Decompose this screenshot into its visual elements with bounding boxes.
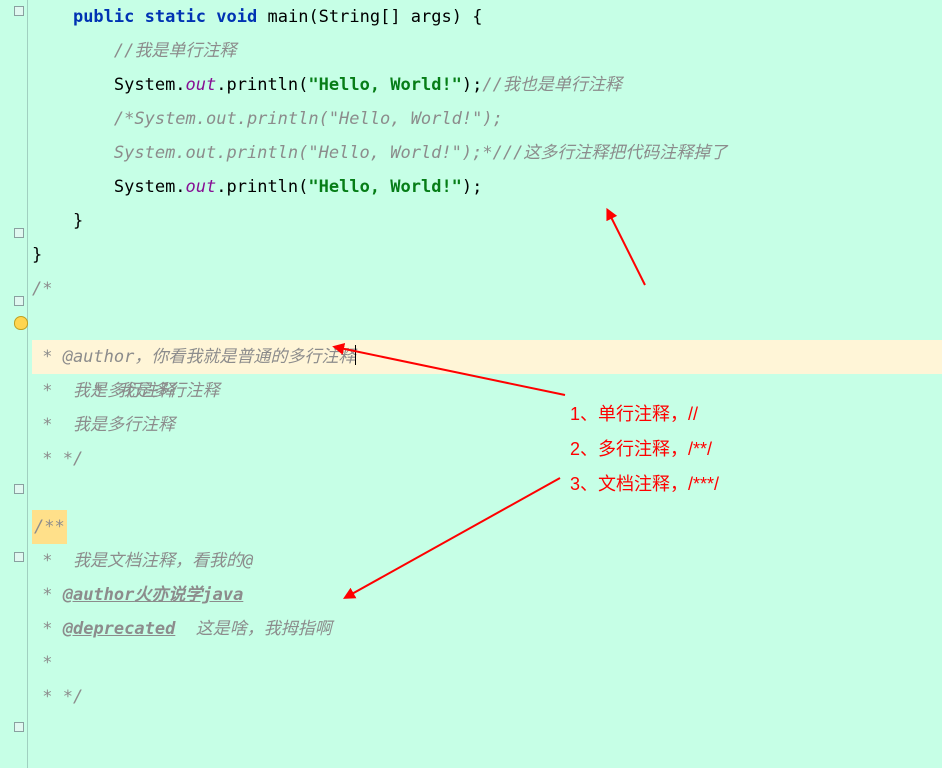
code-line[interactable]: /* (32, 272, 942, 306)
indent (32, 143, 114, 163)
block-comment-close: * */ (32, 449, 83, 469)
code-line[interactable]: * */ (32, 680, 942, 714)
block-comment: * 我是多行注释 (32, 381, 175, 401)
fold-marker[interactable] (14, 6, 24, 16)
doc-tag-value: 火亦说学java (134, 585, 243, 605)
keyword-static: static (145, 7, 206, 27)
doc-comment: * (32, 619, 63, 639)
method-name: main (257, 7, 308, 27)
annotation-text-1: 1、单行注释，// (570, 400, 698, 426)
code-line[interactable]: * (32, 646, 942, 680)
punct: ); (462, 75, 482, 95)
doc-comment-open: /** (32, 510, 67, 544)
code-line[interactable]: * 我是多行注释 (32, 374, 942, 408)
doc-comment: * (32, 585, 63, 605)
line-comment: //我也是单行注释 (482, 75, 621, 95)
annotation-text-3: 3、文档注释，/***/ (570, 470, 719, 496)
block-comment: System.out.println("Hello, World!");*/ (114, 143, 503, 163)
indent (32, 7, 73, 27)
keyword-public: public (73, 7, 134, 27)
keyword-void: void (216, 7, 257, 27)
class-ref: System. (114, 75, 186, 95)
code-area[interactable]: public static void main(String[] args) {… (28, 0, 942, 768)
lightbulb-icon[interactable] (14, 316, 28, 330)
indent (32, 75, 114, 95)
block-comment: /*System.out.println("Hello, World!"); (114, 109, 503, 129)
string-literal: "Hello, World!" (308, 75, 462, 95)
string-literal: "Hello, World!" (308, 177, 462, 197)
code-line-current[interactable]: * @author，你看我就是普通的多行注释 (32, 340, 942, 374)
code-line-blank[interactable] (32, 476, 942, 510)
doc-comment: 这是啥，我拇指啊 (175, 619, 331, 639)
code-line[interactable]: /*System.out.println("Hello, World!"); (32, 102, 942, 136)
doc-comment-close: * */ (32, 687, 83, 707)
code-line[interactable]: * @author火亦说学java (32, 578, 942, 612)
fold-marker[interactable] (14, 228, 24, 238)
doc-tag-deprecated: @deprecated (63, 619, 176, 639)
punct: ); (462, 177, 482, 197)
code-line[interactable]: System.out.println("Hello, World!");//我也… (32, 68, 942, 102)
method-params: (String[] args) { (308, 7, 482, 27)
code-line[interactable]: *我是多行注释 (32, 306, 942, 340)
code-line[interactable]: * 我是多行注释 (32, 408, 942, 442)
indent (32, 177, 114, 197)
method-call: .println( (216, 177, 308, 197)
code-line[interactable]: * 我是文档注释，看我的@ (32, 544, 942, 578)
doc-comment: * 我是文档注释，看我的@ (32, 551, 253, 571)
doc-tag-author: @author (63, 585, 135, 605)
field-ref: out (186, 75, 217, 95)
fold-marker[interactable] (14, 722, 24, 732)
code-line[interactable]: } (32, 204, 942, 238)
block-comment: * @author，你看我就是普通的多行注释 (32, 347, 355, 367)
indent (32, 109, 114, 129)
block-comment-open: /* (32, 279, 52, 299)
indent (32, 41, 114, 61)
field-ref: out (186, 177, 217, 197)
line-comment: //我是单行注释 (114, 41, 236, 61)
block-comment: * 我是多行注释 (32, 415, 175, 435)
text-cursor (355, 345, 356, 365)
brace: } (32, 211, 83, 231)
code-line[interactable]: * */ (32, 442, 942, 476)
code-line[interactable]: public static void main(String[] args) { (32, 0, 942, 34)
class-ref: System. (114, 177, 186, 197)
doc-comment: * (32, 653, 52, 673)
code-line[interactable]: /** (32, 510, 942, 544)
fold-marker[interactable] (14, 296, 24, 306)
code-line[interactable]: System.out.println("Hello, World!"); (32, 170, 942, 204)
code-editor[interactable]: public static void main(String[] args) {… (0, 0, 942, 768)
fold-marker[interactable] (14, 552, 24, 562)
code-line[interactable]: } (32, 238, 942, 272)
brace: } (32, 245, 42, 265)
fold-marker[interactable] (14, 484, 24, 494)
gutter (0, 0, 28, 768)
line-comment: //这多行注释把代码注释掉了 (503, 143, 727, 163)
method-call: .println( (216, 75, 308, 95)
code-line[interactable]: System.out.println("Hello, World!");*///… (32, 136, 942, 170)
annotation-text-2: 2、多行注释，/**/ (570, 435, 712, 461)
code-line[interactable]: * @deprecated 这是啥，我拇指啊 (32, 612, 942, 646)
code-line[interactable]: //我是单行注释 (32, 34, 942, 68)
